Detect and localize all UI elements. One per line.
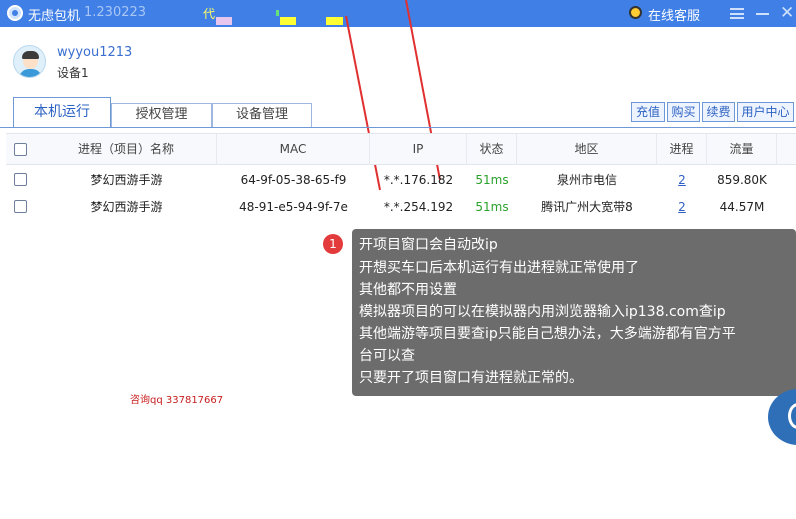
tip-line: 开想买车口后本机运行有出进程就正常使用了 bbox=[359, 260, 639, 276]
marquee-text: 代 bbox=[203, 7, 216, 21]
table-row[interactable]: 梦幻西游手游 48-91-e5-94-9f-7e *.*.254.192 51m… bbox=[6, 196, 796, 218]
row-checkbox[interactable] bbox=[14, 200, 27, 213]
tab-device-manage[interactable]: 设备管理 bbox=[212, 103, 312, 127]
tip-line: 其他都不用设置 bbox=[359, 282, 457, 298]
cell-status: 51ms bbox=[475, 200, 509, 214]
table-row[interactable]: 梦幻西游手游 64-9f-05-38-65-f9 *.*.176.182 51m… bbox=[6, 169, 796, 191]
recharge-button[interactable]: 充值 bbox=[631, 102, 665, 122]
avatar bbox=[13, 45, 46, 78]
tab-label: 授权管理 bbox=[135, 107, 188, 122]
cell-mac: 48-91-e5-94-9f-7e bbox=[239, 200, 348, 214]
column-header-process[interactable]: 进程 bbox=[657, 134, 707, 165]
cell-traffic: 44.57M bbox=[719, 200, 765, 214]
close-icon[interactable]: ✕ bbox=[780, 5, 794, 22]
marquee-block bbox=[216, 17, 232, 25]
column-header-name[interactable]: 进程（项目）名称 bbox=[36, 134, 217, 165]
column-header-traffic[interactable]: 流量 bbox=[707, 134, 777, 165]
floating-chat-button[interactable] bbox=[768, 389, 796, 445]
table-header: 进程（项目）名称 MAC IP 状态 地区 进程 流量 bbox=[6, 133, 796, 165]
column-header-mac[interactable]: MAC bbox=[217, 134, 370, 165]
title-bar: 无虑包机 1.230223 代 在线客服 ✕ bbox=[0, 0, 796, 27]
marquee-block bbox=[276, 10, 279, 16]
column-header-ip[interactable]: IP bbox=[370, 134, 467, 165]
contact-qq: 咨询qq 337817667 bbox=[130, 395, 224, 406]
online-support-button[interactable]: 在线客服 bbox=[648, 5, 700, 24]
app-logo-icon bbox=[7, 5, 23, 21]
menu-icon[interactable] bbox=[730, 8, 744, 19]
tab-local-run[interactable]: 本机运行 bbox=[13, 97, 111, 128]
tip-line: 模拟器项目的可以在模拟器内用浏览器输入ip138.com查ip bbox=[359, 304, 726, 320]
select-all-checkbox[interactable] bbox=[14, 143, 27, 156]
marquee-block bbox=[326, 17, 343, 25]
tab-label: 本机运行 bbox=[34, 104, 90, 120]
renew-button[interactable]: 续费 bbox=[702, 102, 735, 122]
cell-name: 梦幻西游手游 bbox=[90, 200, 163, 214]
user-center-button[interactable]: 用户中心 bbox=[737, 102, 794, 122]
cell-status: 51ms bbox=[475, 173, 509, 187]
tab-label: 设备管理 bbox=[235, 107, 288, 122]
cell-ip: *.*.176.182 bbox=[383, 173, 454, 187]
tutorial-tooltip[interactable]: 开项目窗口会自动改ip 开想买车口后本机运行有出进程就正常使用了 其他都不用设置… bbox=[352, 229, 796, 396]
tab-divider bbox=[0, 127, 796, 128]
row-checkbox[interactable] bbox=[14, 173, 27, 186]
marquee-block bbox=[280, 17, 296, 25]
cell-ip: *.*.254.192 bbox=[383, 200, 454, 214]
cell-name: 梦幻西游手游 bbox=[90, 173, 163, 187]
column-header-region[interactable]: 地区 bbox=[517, 134, 657, 165]
app-version: 1.230223 bbox=[84, 5, 147, 20]
buy-button[interactable]: 购买 bbox=[667, 102, 700, 122]
app-title: 无虑包机 bbox=[28, 9, 81, 24]
tip-line: 台可以查 bbox=[359, 348, 415, 364]
tip-line: 其他端游等项目要查ip只能自己想办法，大多端游都有官方平 bbox=[359, 326, 736, 342]
column-header-status[interactable]: 状态 bbox=[467, 134, 517, 165]
tip-step-badge: 1 bbox=[323, 234, 343, 254]
tab-auth-manage[interactable]: 授权管理 bbox=[111, 103, 212, 127]
cell-region: 腾讯广州大宽带8 bbox=[541, 200, 633, 214]
tip-line: 只要开了项目窗口有进程就正常的。 bbox=[359, 370, 583, 386]
username[interactable]: wyyou1213 bbox=[57, 45, 132, 60]
cell-region: 泉州市电信 bbox=[556, 173, 617, 187]
minimize-icon[interactable] bbox=[756, 13, 769, 15]
tip-line: 开项目窗口会自动改ip bbox=[359, 237, 498, 253]
cell-process-link[interactable]: 2 bbox=[657, 196, 707, 218]
cell-traffic: 859.80K bbox=[717, 173, 767, 187]
headset-icon[interactable] bbox=[629, 6, 642, 19]
cell-process-link[interactable]: 2 bbox=[657, 169, 707, 191]
device-name: 设备1 bbox=[57, 66, 89, 80]
cell-mac: 64-9f-05-38-65-f9 bbox=[240, 173, 347, 187]
